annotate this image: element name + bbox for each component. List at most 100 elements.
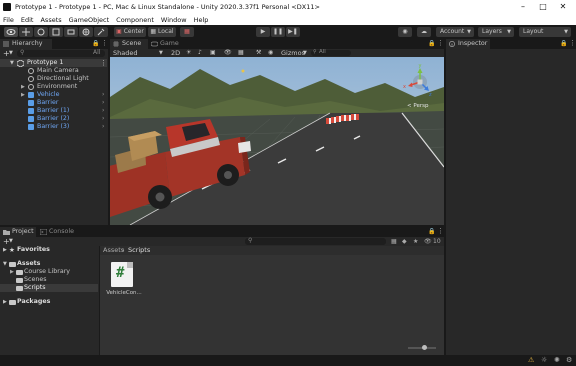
hierarchy-item[interactable]: Barrier (2) › (0, 115, 107, 123)
kebab-menu-icon[interactable]: ⋮ (101, 39, 108, 47)
chevron-right-icon[interactable]: › (102, 107, 104, 115)
kebab-menu-icon[interactable]: ⋮ (437, 39, 444, 47)
breadcrumb-assets[interactable]: Assets (103, 246, 124, 255)
collab-button[interactable]: ◉ (398, 27, 412, 37)
gizmos-search-input[interactable]: ⚲ All (311, 49, 351, 56)
grid-icon[interactable]: ▦ (238, 49, 244, 57)
asset-item[interactable]: # VehicleCon... (106, 262, 142, 300)
pivot-center-button[interactable]: ▣ Center (114, 27, 146, 37)
lock-icon[interactable]: 🔒 (92, 40, 99, 47)
favorites-row[interactable]: ▶ ★ Favorites (0, 246, 98, 254)
expand-arrow-icon[interactable]: ▼ (10, 59, 14, 67)
menu-help[interactable]: Help (194, 16, 209, 24)
warning-icon[interactable]: ⚠ (528, 356, 534, 364)
lighting-toggle-icon[interactable]: ☀ (186, 49, 191, 57)
tab-game[interactable]: Game (148, 39, 184, 49)
filter-by-label-icon[interactable]: ◆ (402, 237, 407, 246)
chevron-down-icon[interactable]: ▼ (9, 49, 13, 58)
menu-component[interactable]: Component (116, 16, 154, 24)
snap-button[interactable]: ▦ (180, 27, 194, 37)
layers-dropdown[interactable]: Layers ▼ (478, 27, 514, 37)
icon-size-slider[interactable] (408, 345, 436, 350)
packages-row[interactable]: ▶ Packages (0, 298, 98, 306)
tab-scene[interactable]: Scene (110, 39, 148, 49)
assets-row[interactable]: ▼ Assets (0, 260, 98, 268)
bug-icon[interactable]: ✺ (554, 356, 560, 364)
tab-inspector[interactable]: Inspector (446, 39, 490, 49)
menu-gameobject[interactable]: GameObject (69, 16, 110, 24)
hidden-packages-icon[interactable]: 👁 (424, 237, 432, 246)
tab-hierarchy[interactable]: Hierarchy (0, 39, 52, 49)
hierarchy-scene-row[interactable]: ▼ Prototype 1 ⋮ (0, 59, 107, 67)
rect-tool-button[interactable] (64, 27, 78, 37)
lock-icon[interactable]: 🔒 (428, 40, 435, 47)
folder-item[interactable]: ▶ Course Library (0, 268, 98, 276)
hierarchy-search-input[interactable]: ⚲ All (17, 49, 105, 57)
hierarchy-item[interactable]: Barrier › (0, 99, 107, 107)
hierarchy-item[interactable]: Main Camera (0, 67, 107, 75)
gizmos-dropdown[interactable]: Gizmos (281, 49, 305, 57)
kebab-menu-icon[interactable]: ⋮ (437, 227, 444, 235)
kebab-menu-icon[interactable]: ⋮ (569, 39, 576, 47)
pause-button[interactable]: ❚❚ (271, 27, 285, 37)
cloud-button[interactable]: ☁ (417, 27, 431, 37)
chevron-right-icon[interactable]: › (102, 123, 104, 131)
shading-mode-dropdown[interactable]: Shaded ▼ (111, 49, 167, 57)
tab-project[interactable]: Project (0, 227, 36, 237)
project-search-input[interactable]: ⚲ (245, 237, 386, 245)
favorite-star-icon[interactable]: ★ (413, 237, 418, 246)
scene-viewport[interactable]: y x z < Persp (110, 57, 444, 225)
effects-toggle-icon[interactable]: ▣ (210, 49, 216, 57)
pivot-local-button[interactable]: ▦ Local (148, 27, 176, 37)
scale-tool-button[interactable] (49, 27, 63, 37)
play-button[interactable]: ▶ (256, 27, 270, 37)
rotate-tool-button[interactable] (34, 27, 48, 37)
lock-icon[interactable]: 🔒 (560, 40, 567, 47)
menu-window[interactable]: Window (161, 16, 187, 24)
hierarchy-item[interactable]: Barrier (1) › (0, 107, 107, 115)
slider-thumb[interactable] (422, 345, 427, 350)
kebab-menu-icon[interactable]: ⋮ (100, 59, 107, 67)
maximize-icon[interactable]: □ (536, 2, 550, 12)
menu-assets[interactable]: Assets (40, 16, 61, 24)
perspective-label[interactable]: < Persp (407, 103, 429, 109)
hierarchy-item[interactable]: ▶ Environment (0, 83, 107, 91)
chevron-down-icon[interactable]: ▼ (9, 237, 13, 246)
hierarchy-item[interactable]: Barrier (3) › (0, 123, 107, 131)
menu-file[interactable]: File (3, 16, 14, 24)
hierarchy-item[interactable]: ▶ Vehicle › (0, 91, 107, 99)
hierarchy-item[interactable]: Directional Light (0, 75, 107, 83)
expand-arrow-icon[interactable]: ▶ (21, 91, 25, 99)
breadcrumb-scripts[interactable]: Scripts (128, 246, 150, 255)
audio-toggle-icon[interactable]: ♪ (198, 49, 202, 57)
chevron-right-icon[interactable]: › (102, 99, 104, 107)
custom-tool-button[interactable] (94, 27, 108, 37)
settings-icon[interactable]: ⚙ (566, 356, 572, 364)
expand-arrow-icon[interactable]: ▼ (3, 260, 7, 268)
expand-arrow-icon[interactable]: ▶ (21, 83, 25, 91)
expand-arrow-icon[interactable]: ▶ (10, 268, 14, 276)
close-icon[interactable]: ✕ (556, 2, 570, 12)
expand-arrow-icon[interactable]: ▶ (3, 246, 7, 254)
transform-tool-button[interactable] (79, 27, 93, 37)
folder-item[interactable]: Scenes (0, 276, 98, 284)
layout-dropdown[interactable]: Layout ▼ (519, 27, 571, 37)
chevron-right-icon[interactable]: › (102, 115, 104, 123)
toggle-2d-button[interactable]: 2D (171, 49, 180, 57)
step-button[interactable]: ▶❚ (286, 27, 300, 37)
account-dropdown[interactable]: Account ▼ (436, 27, 474, 37)
tab-console[interactable]: Console (37, 227, 77, 237)
folder-item-selected[interactable]: Scripts (0, 284, 98, 292)
lock-icon[interactable]: 🔒 (428, 228, 435, 235)
chevron-down-icon[interactable]: ▼ (303, 49, 307, 57)
tools-icon[interactable]: ⚒ (256, 49, 261, 57)
move-tool-button[interactable] (19, 27, 33, 37)
camera-settings-icon[interactable]: ◉ (268, 49, 273, 57)
menu-edit[interactable]: Edit (21, 16, 34, 24)
hidden-objects-icon[interactable]: 👁 (224, 49, 232, 57)
chevron-right-icon[interactable]: › (102, 91, 104, 99)
view-tool-button[interactable] (4, 27, 18, 37)
auto-generate-lighting-icon[interactable]: ☼ (541, 356, 547, 364)
minimize-icon[interactable]: – (516, 2, 530, 12)
filter-by-type-icon[interactable]: ▦ (391, 237, 397, 246)
